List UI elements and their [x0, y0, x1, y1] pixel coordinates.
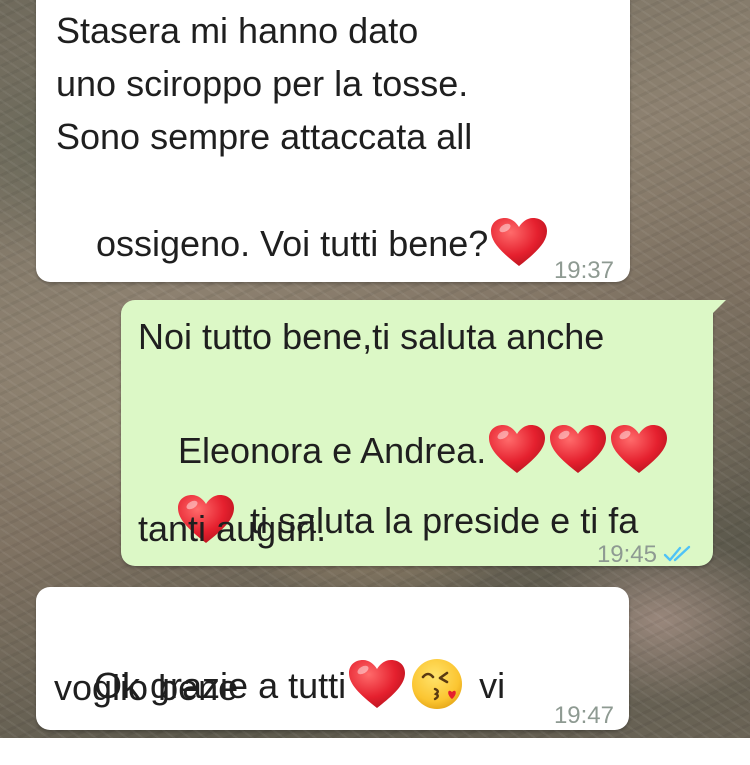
message-timestamp: 19:45 [596, 541, 657, 568]
message-text: vi [479, 665, 506, 706]
message-text-line-with-emoji: ossigeno. Voi tutti bene? [56, 163, 549, 323]
message-text-line: tanti auguri. [138, 508, 327, 549]
message-bubble-incoming-2[interactable]: Ok grazie a tutti vi voglio bene 19:47 [36, 587, 629, 730]
message-text-line: Sono sempre attaccata all [56, 116, 473, 157]
message-timestamp: 19:47 [553, 702, 614, 729]
message-timestamp-with-status: 19:45 [597, 528, 693, 581]
message-bubble-outgoing-1[interactable]: Noi tutto bene,ti saluta anche Eleonora … [121, 300, 726, 568]
double-check-icon [663, 545, 693, 563]
message-text-line: uno sciroppo per la tosse. [56, 63, 469, 104]
bubble-tail [710, 300, 726, 316]
message-text: ossigeno. Voi tutti bene? [96, 223, 489, 264]
message-bubble-incoming-1[interactable]: Stasera mi hanno dato uno sciroppo per l… [36, 0, 630, 284]
face-blowing-kiss-icon [409, 656, 465, 712]
red-heart-icon [489, 216, 549, 268]
message-timestamp: 19:37 [553, 257, 614, 284]
message-text-line: Stasera mi hanno dato [56, 10, 419, 51]
message-text-line: voglio bene [54, 667, 239, 708]
red-heart-icon [347, 658, 407, 710]
message-text-line: Noi tutto bene,ti saluta anche [138, 316, 605, 357]
